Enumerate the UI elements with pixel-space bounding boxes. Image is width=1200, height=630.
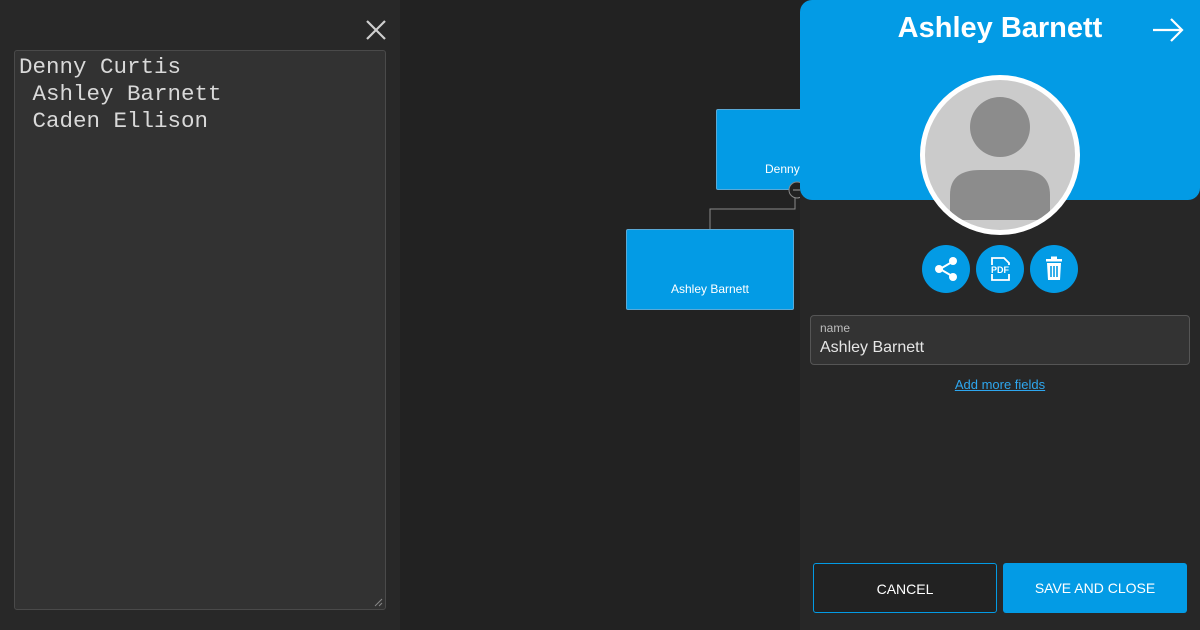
edit-form: Ashley Barnett PDF name Ashley Barnett A… <box>800 0 1200 630</box>
pdf-icon: PDF <box>989 257 1011 281</box>
form-title: Ashley Barnett <box>897 12 1103 44</box>
chart-node-ashley[interactable]: Ashley Barnett <box>626 229 794 310</box>
pdf-button[interactable]: PDF <box>976 245 1024 293</box>
add-more-fields-link[interactable]: Add more fields <box>800 377 1200 392</box>
node-label: Ashley Barnett <box>670 282 750 296</box>
avatar[interactable] <box>920 75 1080 235</box>
cancel-button[interactable]: CANCEL <box>813 563 997 613</box>
share-button[interactable] <box>922 245 970 293</box>
name-field-label: name <box>820 321 851 335</box>
resize-handle-icon[interactable] <box>374 598 383 607</box>
name-input[interactable] <box>820 339 1180 357</box>
name-field[interactable]: name <box>810 315 1190 365</box>
node-label: Denny <box>765 162 800 176</box>
delete-button[interactable] <box>1030 245 1078 293</box>
arrow-right-icon[interactable] <box>1151 16 1185 44</box>
save-and-close-button[interactable]: SAVE AND CLOSE <box>1003 563 1187 613</box>
trash-icon <box>1046 256 1062 280</box>
tree-textarea[interactable]: Denny Curtis Ashley Barnett Caden Elliso… <box>14 50 386 610</box>
close-icon[interactable] <box>362 16 390 44</box>
share-icon <box>935 257 957 281</box>
user-placeholder-icon <box>950 97 1050 220</box>
pdf-icon-label: PDF <box>991 265 1010 275</box>
text-editor-panel: Denny Curtis Ashley Barnett Caden Elliso… <box>0 0 400 630</box>
